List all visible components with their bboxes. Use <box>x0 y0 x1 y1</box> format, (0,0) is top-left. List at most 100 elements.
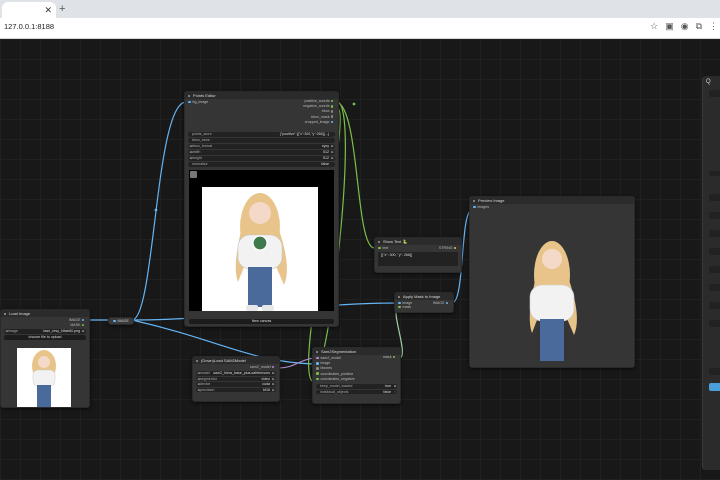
keep-model-loaded-toggle[interactable]: keep_model_loaded true ● <box>316 384 397 389</box>
points-store-widget[interactable]: points_store {"positive":[{"x":300,"y":26… <box>188 132 335 137</box>
individual-objects-toggle[interactable]: individual_objects false ○ <box>316 389 397 395</box>
preview-image-node[interactable]: Preview Image images <box>469 196 635 368</box>
panel-button[interactable] <box>709 284 720 291</box>
output-socket-icon[interactable] <box>330 105 333 108</box>
panel-button[interactable] <box>709 90 720 97</box>
segmentor-widget[interactable]: ◀ segmentor video ▶ <box>196 376 276 382</box>
new-tab-icon[interactable]: + <box>59 2 65 16</box>
output-bbox[interactable]: bbox <box>322 109 330 113</box>
panel-button[interactable] <box>709 266 720 273</box>
panel-button[interactable] <box>709 230 720 237</box>
bbox-format-widget[interactable]: ◀ bbox_format xyxy ▶ <box>188 144 335 149</box>
show-text-node[interactable]: Show Text 🐍 text STRING [{"x": 300, "y": … <box>374 237 462 273</box>
precision-widget[interactable]: ◀ precision bf16 ▶ <box>196 387 276 393</box>
chevron-left-icon[interactable]: ◀ <box>197 388 200 393</box>
output-socket-icon[interactable] <box>81 323 84 327</box>
image-select-widget[interactable]: ◀ image tase_resy_f4fab60.png ▶ <box>4 329 86 334</box>
chevron-left-icon[interactable]: ◀ <box>197 371 200 376</box>
node-title[interactable]: (Down)Load SAM2Model <box>193 357 279 364</box>
url-text[interactable]: 127.0.0.1:8188 <box>4 22 54 31</box>
output-socket-icon[interactable] <box>330 110 333 113</box>
chevron-right-icon[interactable]: ▶ <box>331 144 334 149</box>
extension-icon[interactable]: ▣ <box>665 21 674 32</box>
height-widget[interactable]: ◀ height 512 ▶ <box>188 156 335 161</box>
output-socket-icon[interactable] <box>453 246 456 250</box>
extensions-puzzle-icon[interactable]: ⧉ <box>696 21 702 32</box>
queue-side-panel[interactable]: Q <box>702 76 720 470</box>
output-cropped-image[interactable]: cropped_image <box>305 120 330 124</box>
chevron-right-icon[interactable]: ▶ <box>272 382 275 387</box>
chevron-right-icon[interactable]: ▶ <box>331 150 334 155</box>
points-editor-node[interactable]: Points Editor bg_image positive_coords n… <box>184 91 339 327</box>
socket-icon[interactable] <box>113 319 116 323</box>
browser-tab[interactable]: ✕ <box>2 2 56 18</box>
node-title[interactable]: Show Text 🐍 <box>375 238 461 245</box>
output-socket-icon[interactable] <box>330 120 333 124</box>
output-mask[interactable]: MASK <box>70 323 80 327</box>
toggle-off-icon[interactable]: ○ <box>394 390 396 395</box>
canvas-handle-icon[interactable] <box>190 171 197 178</box>
device-widget[interactable]: ◀ device cuda ▶ <box>196 382 276 387</box>
input-socket-icon[interactable] <box>378 246 381 250</box>
output-socket-icon[interactable] <box>392 355 395 359</box>
chevron-right-icon[interactable]: ▶ <box>272 388 275 393</box>
chevron-right-icon[interactable]: ▶ <box>82 329 85 334</box>
node-title[interactable]: Apply Mask to Image <box>395 293 453 300</box>
node-title[interactable]: Sam2Segmentation <box>313 348 400 355</box>
input-socket-icon[interactable] <box>473 205 476 209</box>
load-image-node[interactable]: Load Image IMAGE MASK ◀ image tase_resy_… <box>0 309 90 408</box>
chevron-left-icon[interactable]: ◀ <box>5 329 8 334</box>
output-negative-coords[interactable]: negative_coords <box>303 104 329 108</box>
panel-button[interactable] <box>709 194 720 201</box>
input-socket-icon[interactable] <box>316 356 319 360</box>
queue-prompt-button[interactable] <box>709 383 720 391</box>
node-title[interactable]: Preview Image <box>470 197 634 204</box>
model-widget[interactable]: ◀ model sam2_hiera_base_plus.safetensors ▶ <box>196 371 276 376</box>
panel-button[interactable] <box>709 368 720 375</box>
node-title[interactable]: Load Image <box>1 310 89 317</box>
input-socket-icon[interactable] <box>398 305 401 309</box>
chevron-left-icon[interactable]: ◀ <box>189 150 192 155</box>
input-socket-icon[interactable] <box>316 367 319 370</box>
panel-button[interactable] <box>709 248 720 255</box>
input-socket-icon[interactable] <box>188 100 191 104</box>
new-canvas-button[interactable]: New canvas <box>189 319 334 324</box>
star-icon[interactable]: ☆ <box>650 21 658 32</box>
points-canvas[interactable] <box>189 170 334 311</box>
sam2-segmentation-node[interactable]: Sam2Segmentation sam2_model mask image bb… <box>312 347 401 404</box>
chevron-left-icon[interactable]: ◀ <box>189 144 192 149</box>
normalize-widget[interactable]: normalize false <box>188 162 335 167</box>
chevron-left-icon[interactable]: ◀ <box>189 156 192 161</box>
panel-button[interactable] <box>709 302 720 309</box>
output-socket-icon[interactable] <box>81 318 84 322</box>
upload-button[interactable]: choose file to upload <box>4 335 86 340</box>
address-bar[interactable]: 127.0.0.1:8188 ☆ ▣ ◉ ⧉ ⋮ <box>0 18 720 39</box>
panel-button[interactable] <box>709 320 720 327</box>
profile-icon[interactable]: ◉ <box>681 21 689 32</box>
chevron-left-icon[interactable]: ◀ <box>197 377 200 382</box>
output-socket-icon[interactable] <box>330 99 333 103</box>
apply-mask-node[interactable]: Apply Mask to Image image IMAGE mask <box>394 292 454 313</box>
download-sam2-model-node[interactable]: (Down)Load SAM2Model sam2_model ◀ model sa… <box>192 356 280 402</box>
output-mask[interactable]: mask <box>383 355 392 359</box>
chevron-right-icon[interactable]: ▶ <box>331 156 334 161</box>
output-sam2-model[interactable]: sam2_model <box>250 365 271 369</box>
output-socket-icon[interactable] <box>271 365 274 369</box>
width-widget[interactable]: ◀ width 512 ▶ <box>188 150 335 155</box>
reroute-node[interactable]: IMAGE <box>108 317 134 325</box>
output-string[interactable]: STRING <box>439 246 453 250</box>
toggle-on-icon[interactable]: ● <box>394 384 396 389</box>
input-socket-icon[interactable] <box>316 377 319 381</box>
input-socket-icon[interactable] <box>316 362 319 365</box>
chevron-left-icon[interactable]: ◀ <box>197 382 200 387</box>
chevron-right-icon[interactable]: ▶ <box>272 377 275 382</box>
panel-button[interactable] <box>709 171 720 176</box>
input-socket-icon[interactable] <box>316 372 319 375</box>
chevron-right-icon[interactable]: ▶ <box>272 371 275 376</box>
output-positive-coords[interactable]: positive_coords <box>305 99 330 103</box>
menu-icon[interactable]: ⋮ <box>709 21 718 32</box>
node-title[interactable]: Points Editor <box>185 92 338 99</box>
close-tab-icon[interactable]: ✕ <box>44 3 52 17</box>
bbox-store-widget[interactable]: bbox_store <box>188 138 335 143</box>
panel-button[interactable] <box>709 212 720 219</box>
